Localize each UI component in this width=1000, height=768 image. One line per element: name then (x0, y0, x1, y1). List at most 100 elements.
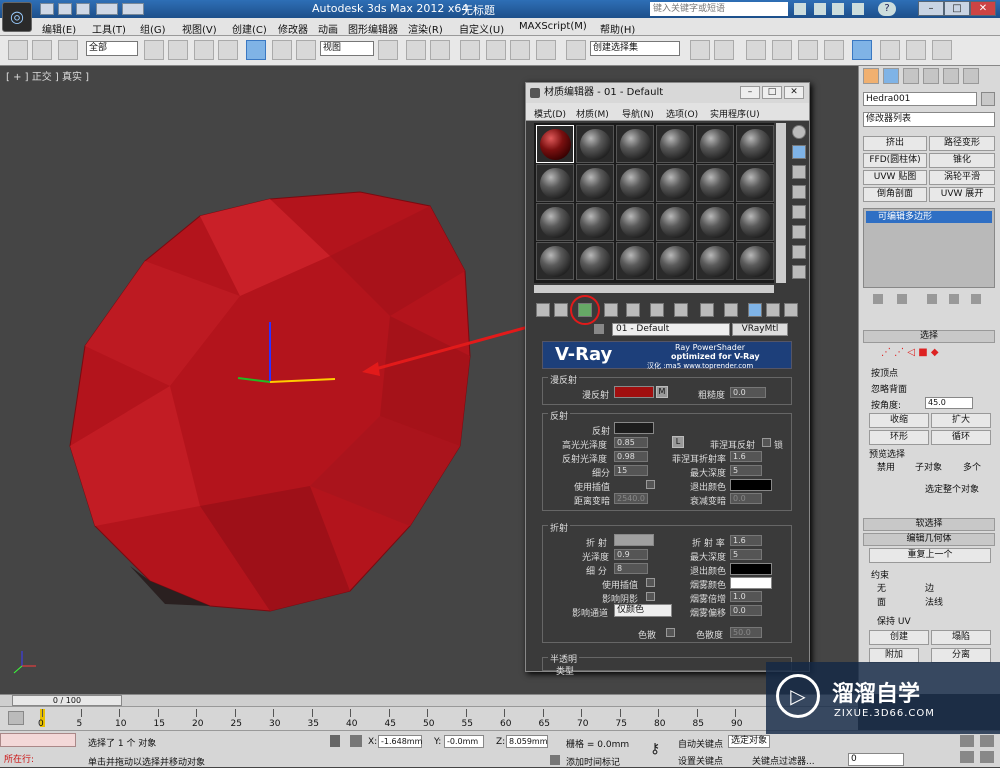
sample-slot[interactable] (696, 125, 734, 163)
mirror-icon[interactable] (690, 40, 710, 60)
keyboard-shortcut-icon[interactable] (430, 40, 450, 60)
motion-tab-icon[interactable] (923, 68, 939, 84)
sample-slot[interactable] (736, 203, 774, 241)
sample-slot[interactable] (616, 242, 654, 280)
hierarchy-tab-icon[interactable] (903, 68, 919, 84)
sample-slot[interactable] (576, 164, 614, 202)
menu-tools[interactable]: 工具(T) (92, 21, 126, 36)
hilight-lock-button[interactable]: L (672, 436, 684, 448)
info-icon[interactable] (852, 3, 864, 15)
y-coord-field[interactable]: -0.0mm (444, 735, 484, 748)
fresnel-ior-spinner[interactable]: 1.6 (730, 451, 762, 462)
constraint-face-radio[interactable]: 面 (877, 595, 886, 608)
loop-button[interactable]: 循环 (931, 430, 991, 445)
redo-icon[interactable] (122, 3, 144, 15)
bevel-profile-button[interactable]: 倒角剖面 (863, 187, 927, 202)
menu-create[interactable]: 创建(C) (232, 21, 267, 36)
selection-rollout-header[interactable]: 选择 (863, 330, 995, 343)
z-coord-field[interactable]: 8.059mm (506, 735, 548, 748)
me-menu-utilities[interactable]: 实用程序(U) (710, 107, 760, 120)
ffd-cyl-button[interactable]: FFD(圆柱体) (863, 153, 927, 168)
sample-slot[interactable] (696, 242, 734, 280)
taper-button[interactable]: 锥化 (929, 153, 995, 168)
sample-slot[interactable] (616, 125, 654, 163)
roughness-spinner[interactable]: 0.0 (730, 387, 766, 398)
me-minimize-button[interactable]: – (740, 86, 760, 99)
affect-channels-dropdown[interactable]: 仅颜色 (614, 604, 672, 617)
sample-slot[interactable] (576, 125, 614, 163)
app-logo[interactable]: ◎ (2, 2, 32, 32)
affect-shadows-checkbox[interactable] (646, 592, 655, 601)
field-of-view-icon[interactable] (980, 735, 994, 747)
sample-slot[interactable] (616, 164, 654, 202)
material-editor-icon[interactable] (852, 40, 872, 60)
binoculars-icon[interactable] (794, 3, 806, 15)
preserve-uv-checkbox[interactable]: 保持 UV (877, 614, 911, 627)
tools-icon[interactable] (814, 3, 826, 15)
attach-button[interactable]: 附加 (869, 648, 919, 663)
dispersion-checkbox[interactable] (666, 628, 675, 637)
track-bar[interactable]: 0 5 10 15 20 25 30 35 40 45 50 55 60 65 70 75 80 85 90 (0, 706, 858, 730)
preview-multi-radio[interactable]: 多个 (963, 460, 981, 473)
backlight-icon[interactable] (792, 145, 806, 159)
uv-tiling-icon[interactable] (792, 185, 806, 199)
close-button[interactable]: ✕ (970, 1, 996, 16)
layer-manager-icon[interactable] (746, 40, 766, 60)
use-interp-checkbox[interactable] (646, 480, 655, 489)
preview-subobj-radio[interactable]: 子对象 (915, 460, 942, 473)
make-preview-icon[interactable] (792, 225, 806, 239)
me-menu-mode[interactable]: 模式(D) (534, 107, 566, 120)
preview-off-radio[interactable]: 禁用 (877, 460, 895, 473)
create-button[interactable]: 创建 (869, 630, 929, 645)
sample-slot[interactable] (656, 242, 694, 280)
help-icon[interactable]: ? (878, 2, 896, 16)
detach-button[interactable]: 分离 (931, 648, 991, 663)
sample-slot[interactable] (656, 203, 694, 241)
select-and-scale-icon[interactable] (296, 40, 316, 60)
copy-material-icon[interactable] (626, 303, 640, 317)
sample-slot[interactable] (536, 203, 574, 241)
shrink-button[interactable]: 收缩 (869, 413, 929, 428)
absolute-mode-icon[interactable] (350, 735, 362, 747)
by-angle-spinner[interactable]: 45.0 (925, 397, 973, 409)
sample-slot[interactable] (736, 164, 774, 202)
align-icon[interactable] (714, 40, 734, 60)
render-production-icon[interactable] (932, 40, 952, 60)
fresnel-lock-label[interactable]: 锁 (774, 438, 783, 451)
fog-bias-spinner[interactable]: 0.0 (730, 605, 762, 616)
manipulate-icon[interactable] (406, 40, 426, 60)
current-frame-field[interactable]: 0 (848, 753, 904, 766)
show-end-result-icon[interactable] (897, 294, 907, 304)
video-color-check-icon[interactable] (792, 205, 806, 219)
named-selection-dropdown[interactable]: 创建选择集 (590, 41, 680, 56)
menu-help[interactable]: 帮助(H) (600, 21, 635, 36)
add-time-tag[interactable]: 添加时间标记 (566, 755, 620, 768)
reflect-color-swatch[interactable] (614, 422, 654, 434)
use-interp2-checkbox[interactable] (646, 578, 655, 587)
graphite-ribbon-icon[interactable] (772, 40, 792, 60)
rendered-frame-icon[interactable] (906, 40, 926, 60)
set-key-button[interactable]: 设置关键点 (678, 754, 723, 767)
selection-filter-dropdown[interactable]: 全部 (86, 41, 138, 56)
menu-edit[interactable]: 编辑(E) (42, 21, 76, 36)
menu-rendering[interactable]: 渲染(R) (408, 21, 443, 36)
modifier-stack[interactable]: 可编辑多边形 (863, 208, 995, 288)
abbe-spinner[interactable]: 50.0 (730, 627, 762, 638)
maximize-button[interactable]: □ (944, 1, 970, 16)
gloss-spinner[interactable]: 0.9 (614, 549, 648, 560)
constraint-none-radio[interactable]: 无 (877, 581, 886, 594)
minimize-button[interactable]: – (918, 1, 944, 16)
menu-maxscript[interactable]: MAXScript(M) (519, 21, 587, 32)
soft-selection-rollout[interactable]: 软选择 (863, 518, 995, 531)
sample-type-icon[interactable] (792, 125, 806, 139)
configure-sets-icon[interactable] (971, 294, 981, 304)
unwrap-uvw-button[interactable]: UVW 展开 (929, 187, 995, 202)
modifier-list-dropdown[interactable]: 修改器列表 (863, 112, 995, 127)
menu-modifiers[interactable]: 修改器 (278, 21, 308, 36)
key-filters-button[interactable]: 关键点过滤器... (752, 754, 815, 767)
time-slider-thumb[interactable]: 0 / 100 (12, 695, 122, 706)
sample-slot[interactable] (536, 242, 574, 280)
refl-gloss-spinner[interactable]: 0.98 (614, 451, 648, 462)
rect-selection-icon[interactable] (194, 40, 214, 60)
unlink-icon[interactable] (32, 40, 52, 60)
